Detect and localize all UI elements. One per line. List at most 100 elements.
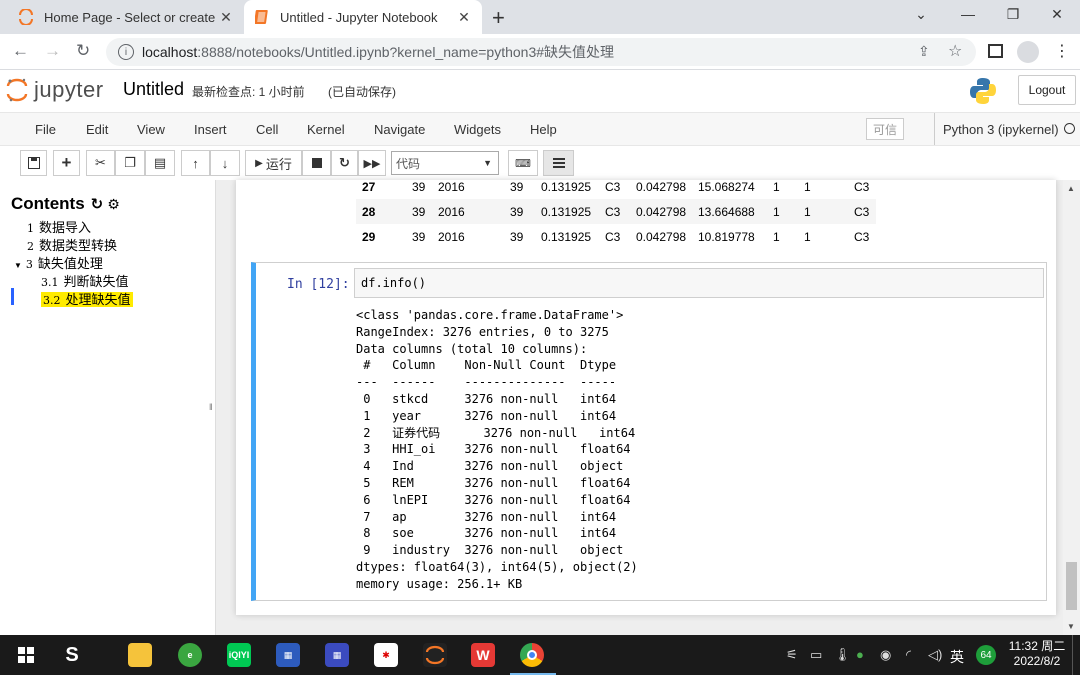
- menu-cell[interactable]: Cell: [256, 122, 278, 137]
- share-icon[interactable]: ⇪: [918, 43, 930, 60]
- show-desktop-button[interactable]: [1072, 635, 1073, 675]
- taskbar-clock[interactable]: 11:32 周二 2022/8/2: [1006, 639, 1068, 669]
- wps-icon[interactable]: W: [471, 643, 495, 667]
- toc-toggle-icon[interactable]: [543, 150, 574, 176]
- app-green-icon[interactable]: e: [178, 643, 202, 667]
- profile-avatar-icon[interactable]: [1017, 41, 1039, 63]
- browser-tab-notebook[interactable]: Untitled - Jupyter Notebook ✕: [244, 0, 482, 34]
- tray-wechat-icon[interactable]: ◉: [880, 647, 891, 663]
- menu-file[interactable]: File: [35, 122, 56, 137]
- toc-item-2[interactable]: 2 数据类型转换: [27, 235, 117, 254]
- menu-insert[interactable]: Insert: [194, 122, 227, 137]
- app-grid-15-icon[interactable]: ▦: [276, 643, 300, 667]
- notebook-area: 27 39 2016 39 0.131925 C3 0.042798 15.068274 1 1 C…: [216, 180, 1063, 635]
- caret-down-icon[interactable]: ▼: [14, 261, 22, 270]
- output-line: 7 ap 3276 non-null int64: [356, 509, 631, 524]
- notebook-name[interactable]: Untitled: [123, 79, 184, 100]
- move-up-icon[interactable]: ↑: [181, 150, 210, 176]
- table-cell: C3: [854, 230, 870, 244]
- browser-menu-icon[interactable]: ⋮: [1054, 41, 1070, 61]
- forward-arrow-icon[interactable]: →: [44, 41, 61, 61]
- tray-volume-icon[interactable]: ◁): [928, 647, 942, 663]
- run-button[interactable]: ▶ 运行: [245, 150, 302, 176]
- copy-icon[interactable]: ❐: [115, 150, 145, 176]
- paste-icon[interactable]: ▤: [145, 150, 175, 176]
- sidebar-panel-icon[interactable]: [988, 44, 1003, 58]
- jupyter-favicon-icon: [18, 9, 34, 25]
- close-icon[interactable]: ✕: [456, 9, 472, 26]
- tray-thermometer-icon[interactable]: 🌡: [834, 647, 851, 663]
- ime-indicator[interactable]: 英: [950, 647, 964, 667]
- output-line: # Column Non-Null Count Dtype: [356, 358, 631, 373]
- menu-view[interactable]: View: [137, 122, 165, 137]
- scroll-down-icon[interactable]: ▼: [1067, 622, 1075, 631]
- xmind-icon[interactable]: ✱: [374, 643, 398, 667]
- cell-type-select[interactable]: 代码 ▼: [391, 151, 499, 175]
- window-close-icon[interactable]: ✕: [1034, 6, 1080, 23]
- page-scrollbar[interactable]: ▲ ▼: [1063, 180, 1080, 635]
- refresh-icon[interactable]: ↻: [91, 195, 104, 213]
- bookmark-star-icon[interactable]: ☆: [948, 41, 962, 61]
- toc-item-1[interactable]: 1 数据导入: [27, 217, 91, 236]
- new-tab-button[interactable]: +: [492, 5, 505, 31]
- scrollbar-thumb[interactable]: [1066, 562, 1077, 610]
- address-bar-row: ← → ↻ i localhost:8888/notebooks/Untitle…: [0, 34, 1080, 70]
- menu-edit[interactable]: Edit: [86, 122, 108, 137]
- toc-item-3[interactable]: ▼ 3 缺失值处理: [14, 253, 103, 272]
- clock-time: 11:32 周二: [1008, 639, 1066, 653]
- tray-app-icon[interactable]: ●: [856, 647, 864, 662]
- file-explorer-icon[interactable]: [128, 643, 152, 667]
- reload-icon[interactable]: ↻: [76, 41, 90, 61]
- tray-badge[interactable]: 64: [976, 645, 996, 665]
- chrome-icon[interactable]: [520, 643, 544, 667]
- restart-icon[interactable]: ↻: [331, 150, 358, 176]
- logout-button[interactable]: Logout: [1018, 75, 1076, 105]
- save-icon[interactable]: [20, 150, 47, 176]
- app-grid-17-icon[interactable]: ▦: [325, 643, 349, 667]
- tray-network-icon[interactable]: ⚟: [786, 647, 798, 663]
- table-cell: 39: [510, 205, 524, 219]
- jupyter-logo[interactable]: jupyter: [6, 76, 104, 104]
- close-icon[interactable]: ✕: [218, 9, 234, 26]
- menu-kernel[interactable]: Kernel: [307, 122, 345, 137]
- table-cell: C3: [605, 180, 621, 194]
- tray-wifi-icon[interactable]: ◜: [906, 647, 911, 663]
- move-down-icon[interactable]: ↓: [210, 150, 240, 176]
- cut-icon[interactable]: ✂: [86, 150, 115, 176]
- code-cell[interactable]: In [12]: df.info() <class 'pandas.core.f…: [251, 262, 1047, 601]
- iqiyi-icon[interactable]: iQIYI: [227, 643, 251, 667]
- toc-item-3-1[interactable]: 3.1 判断缺失值: [41, 271, 129, 290]
- gear-icon[interactable]: ⚙: [107, 196, 120, 213]
- toc-num: 2: [27, 240, 34, 253]
- url-path: :8888/notebooks/Untitled.ipynb?kernel_na…: [197, 44, 615, 60]
- windows-start-icon[interactable]: [14, 643, 38, 667]
- toc-num: 3.1: [41, 276, 59, 289]
- code-editor[interactable]: df.info(): [354, 268, 1044, 298]
- back-arrow-icon[interactable]: ←: [12, 41, 29, 61]
- sidebar-resize-handle[interactable]: ‖: [209, 402, 213, 412]
- keyboard-icon[interactable]: ⌨: [508, 150, 538, 176]
- jupyter-taskbar-icon[interactable]: [423, 643, 447, 667]
- insert-cell-icon[interactable]: +: [53, 150, 80, 176]
- minimize-icon[interactable]: —: [945, 6, 991, 22]
- browser-tab-home[interactable]: Home Page - Select or create a ✕: [8, 0, 244, 34]
- interrupt-icon[interactable]: [302, 150, 331, 176]
- restart-run-all-icon[interactable]: ▶▶: [358, 150, 386, 176]
- trusted-indicator[interactable]: 可信: [866, 118, 904, 140]
- table-cell: 39: [510, 180, 524, 194]
- menu-help[interactable]: Help: [530, 122, 557, 137]
- clock-date: 2022/8/2: [1013, 654, 1061, 668]
- cell-type-value: 代码: [396, 156, 421, 171]
- restore-icon[interactable]: ❐: [990, 6, 1036, 23]
- url-field[interactable]: i localhost:8888/notebooks/Untitled.ipyn…: [106, 38, 976, 66]
- menu-navigate[interactable]: Navigate: [374, 122, 425, 137]
- scroll-up-icon[interactable]: ▲: [1067, 184, 1075, 193]
- toc-title: Contents ↻ ⚙: [11, 194, 120, 214]
- menu-widgets[interactable]: Widgets: [454, 122, 501, 137]
- site-info-icon[interactable]: i: [118, 44, 134, 60]
- tab-search-icon[interactable]: ⌄: [898, 6, 944, 23]
- kernel-idle-icon: [1064, 123, 1075, 134]
- app-s-icon[interactable]: S: [60, 643, 84, 667]
- toc-item-3-2[interactable]: 3.2 处理缺失值: [41, 289, 133, 308]
- tray-monitor-icon[interactable]: ▭: [810, 647, 822, 663]
